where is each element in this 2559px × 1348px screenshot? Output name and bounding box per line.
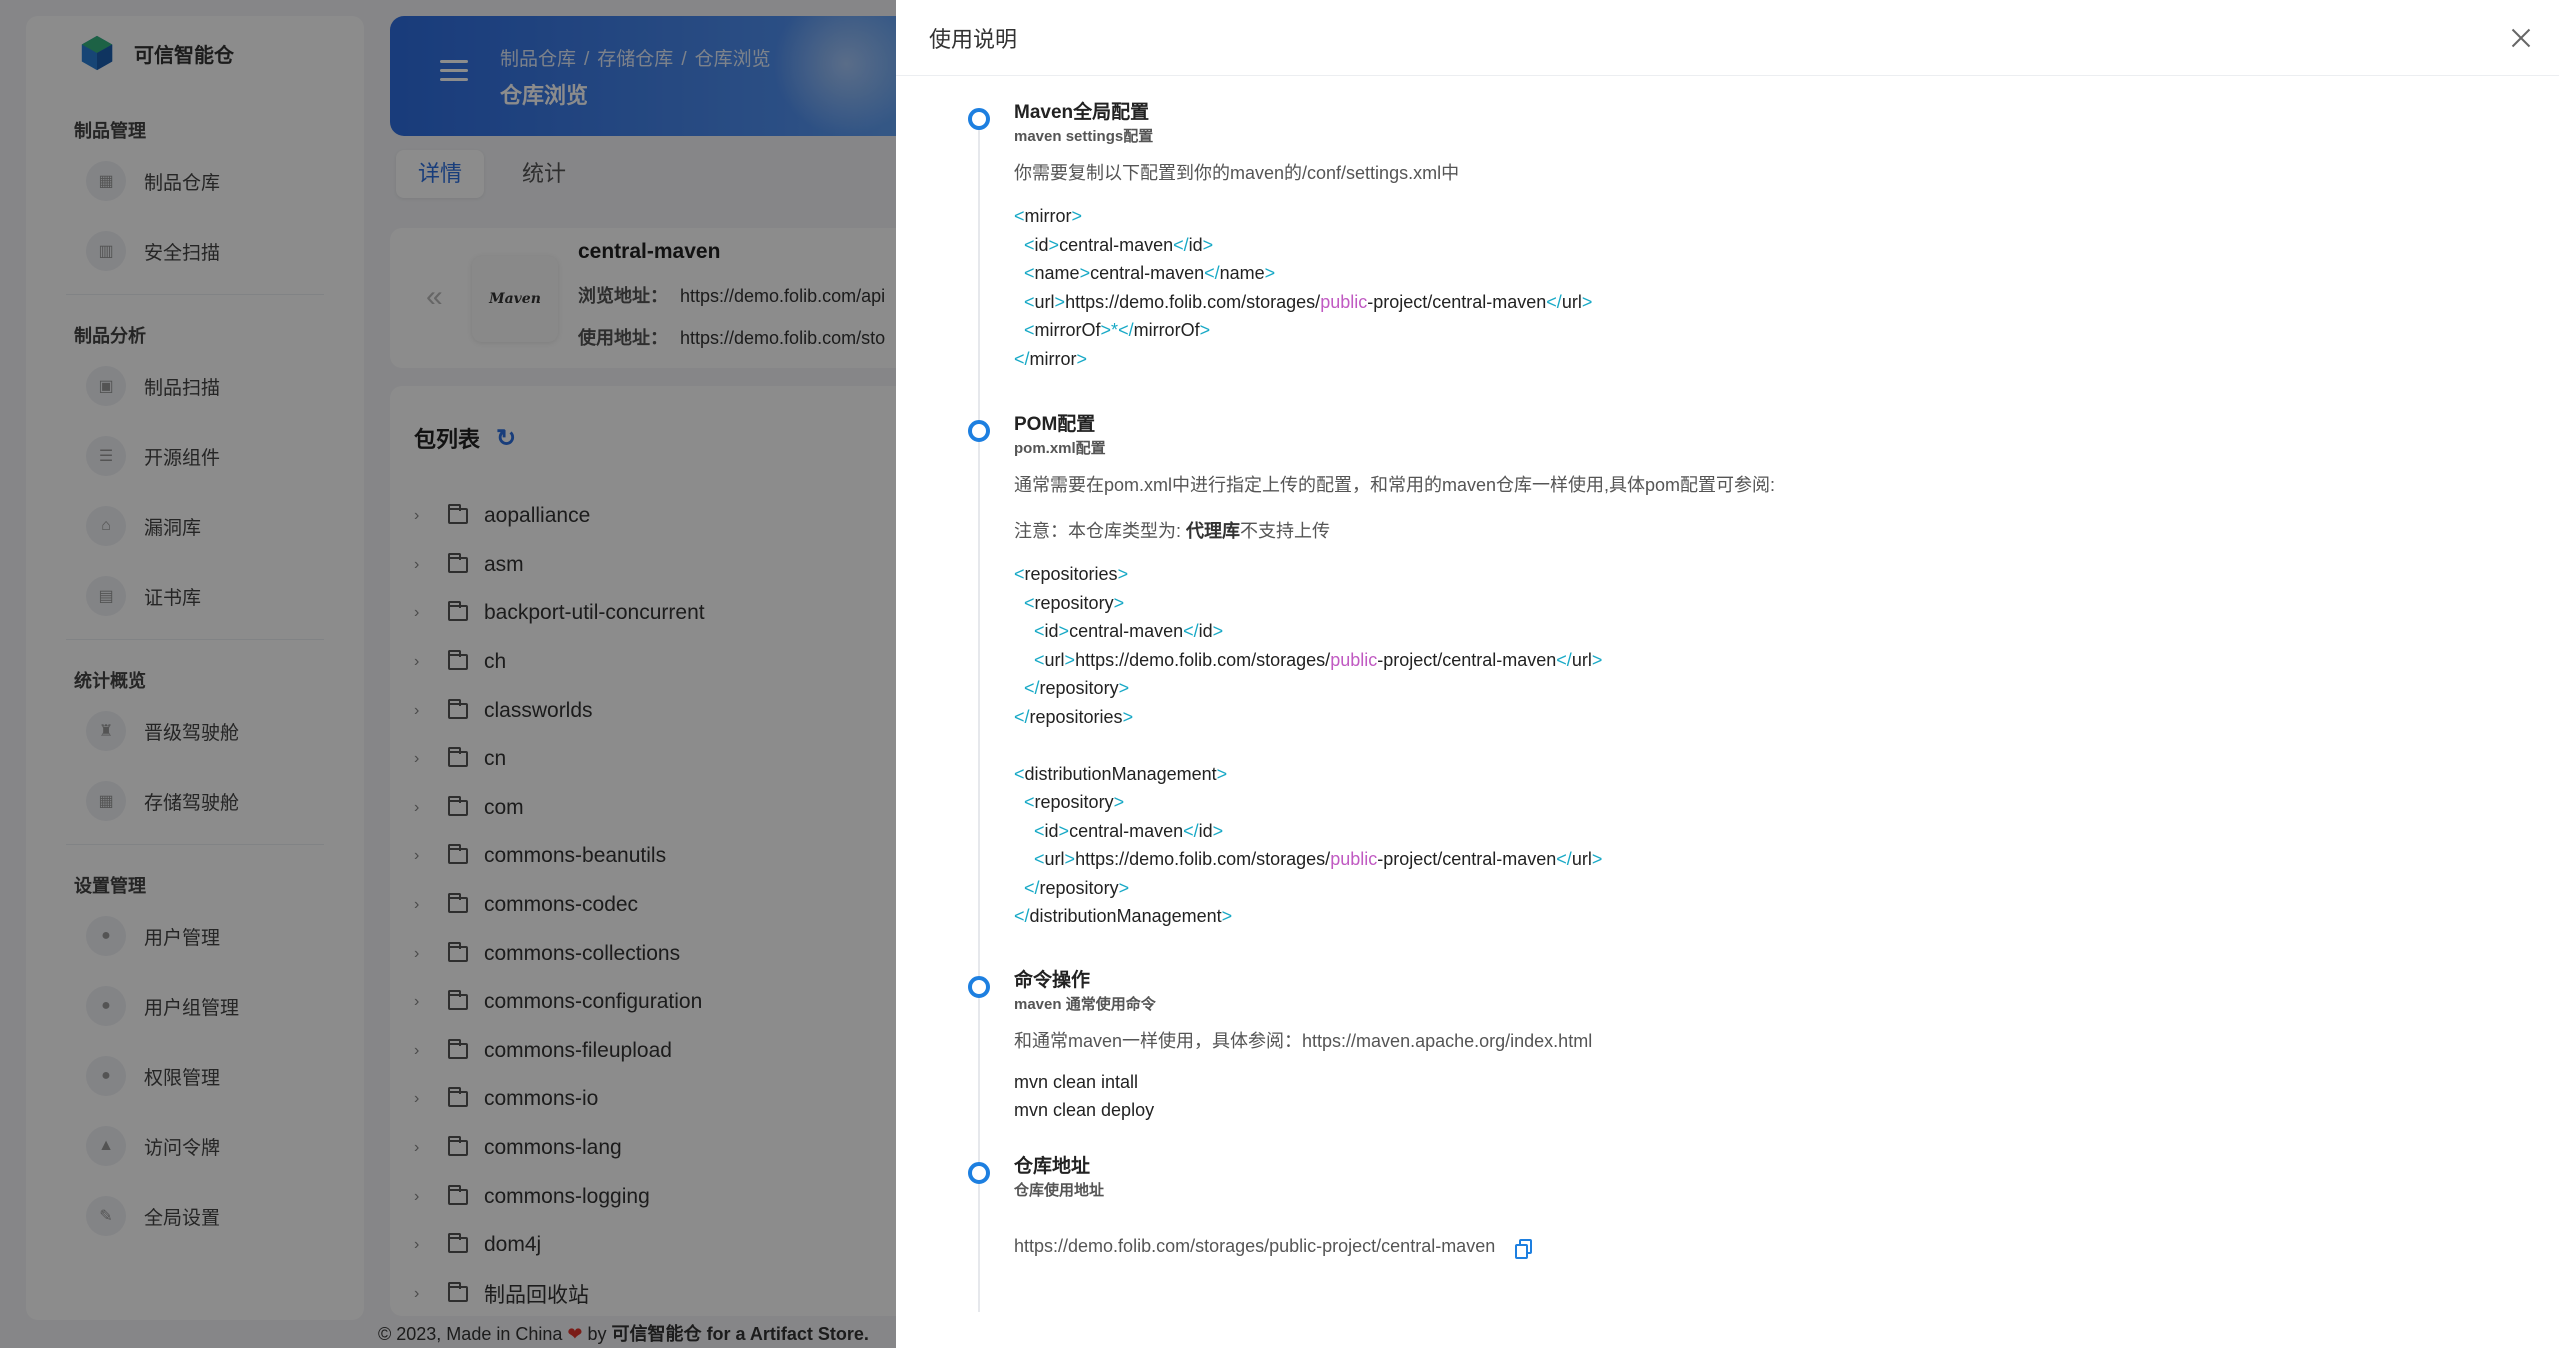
- step-title: 仓库地址: [1014, 1156, 1091, 1177]
- code-id: central-maven: [1069, 621, 1184, 641]
- close-icon[interactable]: [2505, 22, 2537, 54]
- code-url-highlight: public: [1330, 649, 1378, 670]
- timeline-dot: [968, 108, 990, 130]
- step-description: 通常需要在pom.xml中进行指定上传的配置，和常用的maven仓库一样使用,具…: [1014, 475, 1776, 495]
- code-mirror-of: *: [1111, 320, 1119, 340]
- repo-url-row: https://demo.folib.com/storages/public-p…: [1014, 1236, 1533, 1259]
- code-url-host: https://demo.folib.com/storages/: [1075, 849, 1331, 869]
- pom-xml-code[interactable]: <repositories> <repository> <id>central-…: [1014, 560, 1775, 931]
- step-subtitle: pom.xml配置: [1014, 440, 1106, 457]
- command-line: mvn clean intall: [1014, 1072, 1139, 1092]
- code-url-host: https://demo.folib.com/storages/: [1065, 291, 1321, 312]
- timeline-dot: [968, 1162, 990, 1184]
- step-title: Maven全局配置: [1014, 102, 1150, 123]
- timeline-line: [978, 118, 980, 1312]
- code-url-host: https://demo.folib.com/storages/: [1075, 649, 1331, 670]
- code-url-highlight: public: [1320, 291, 1368, 312]
- settings-xml-code[interactable]: <mirror> <id>central-maven</id> <name>ce…: [1014, 202, 1592, 373]
- timeline-dot: [968, 976, 990, 998]
- note-prefix: 注意：本仓库类型为:: [1014, 521, 1187, 541]
- command-list[interactable]: mvn clean intall mvn clean deploy: [1014, 1068, 1592, 1124]
- code-id: central-maven: [1059, 234, 1174, 255]
- timeline-dot: [968, 420, 990, 442]
- step-subtitle: maven settings配置: [1014, 128, 1154, 145]
- repo-url[interactable]: https://demo.folib.com/storages/public-p…: [1014, 1236, 1495, 1257]
- command-line: mvn clean deploy: [1014, 1100, 1155, 1120]
- step-description: 和通常maven一样使用，具体参阅：https://maven.apache.o…: [1014, 1031, 1593, 1051]
- code-name: central-maven: [1090, 263, 1205, 283]
- code-id: central-maven: [1069, 820, 1184, 841]
- step-note: 注意：本仓库类型为: 代理库不支持上传: [1014, 518, 1775, 544]
- step-subtitle: 仓库使用地址: [1014, 1182, 1105, 1199]
- drawer-title: 使用说明: [929, 26, 1018, 52]
- step-subtitle: maven 通常使用命令: [1014, 996, 1156, 1013]
- copy-icon[interactable]: [1515, 1239, 1533, 1259]
- step-title: 命令操作: [1014, 970, 1091, 991]
- usage-drawer: 使用说明 Maven全局配置 maven settings配置 你需要复制以下配…: [896, 0, 2559, 1348]
- code-url-rest: -project/central-maven: [1377, 649, 1557, 670]
- code-url-rest: -project/central-maven: [1367, 291, 1547, 312]
- note-bold: 代理库: [1186, 521, 1241, 541]
- drawer-header: 使用说明: [896, 0, 2559, 76]
- step-description: 你需要复制以下配置到你的maven的/conf/settings.xml中: [1014, 163, 1460, 183]
- step-title: POM配置: [1014, 414, 1096, 435]
- note-suffix: 不支持上传: [1240, 521, 1331, 541]
- code-url-highlight: public: [1330, 849, 1378, 869]
- code-url-rest: -project/central-maven: [1377, 849, 1557, 869]
